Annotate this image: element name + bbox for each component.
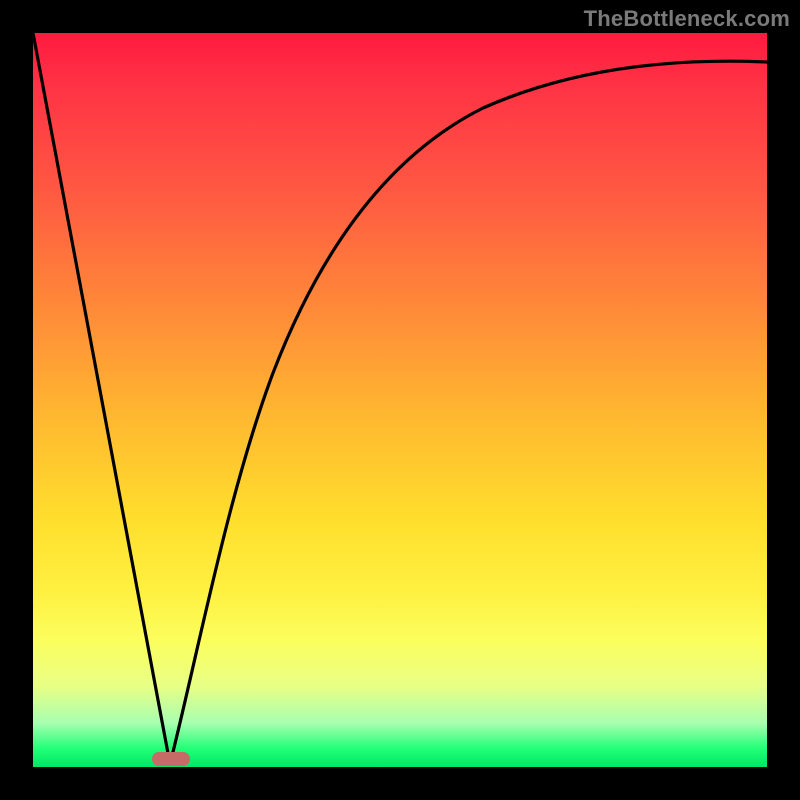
plot-area [33,33,767,767]
bottleneck-curve [33,33,767,767]
curve-path [33,33,767,764]
chart-frame: TheBottleneck.com [0,0,800,800]
minimum-marker [152,752,190,766]
watermark-text: TheBottleneck.com [584,6,790,32]
